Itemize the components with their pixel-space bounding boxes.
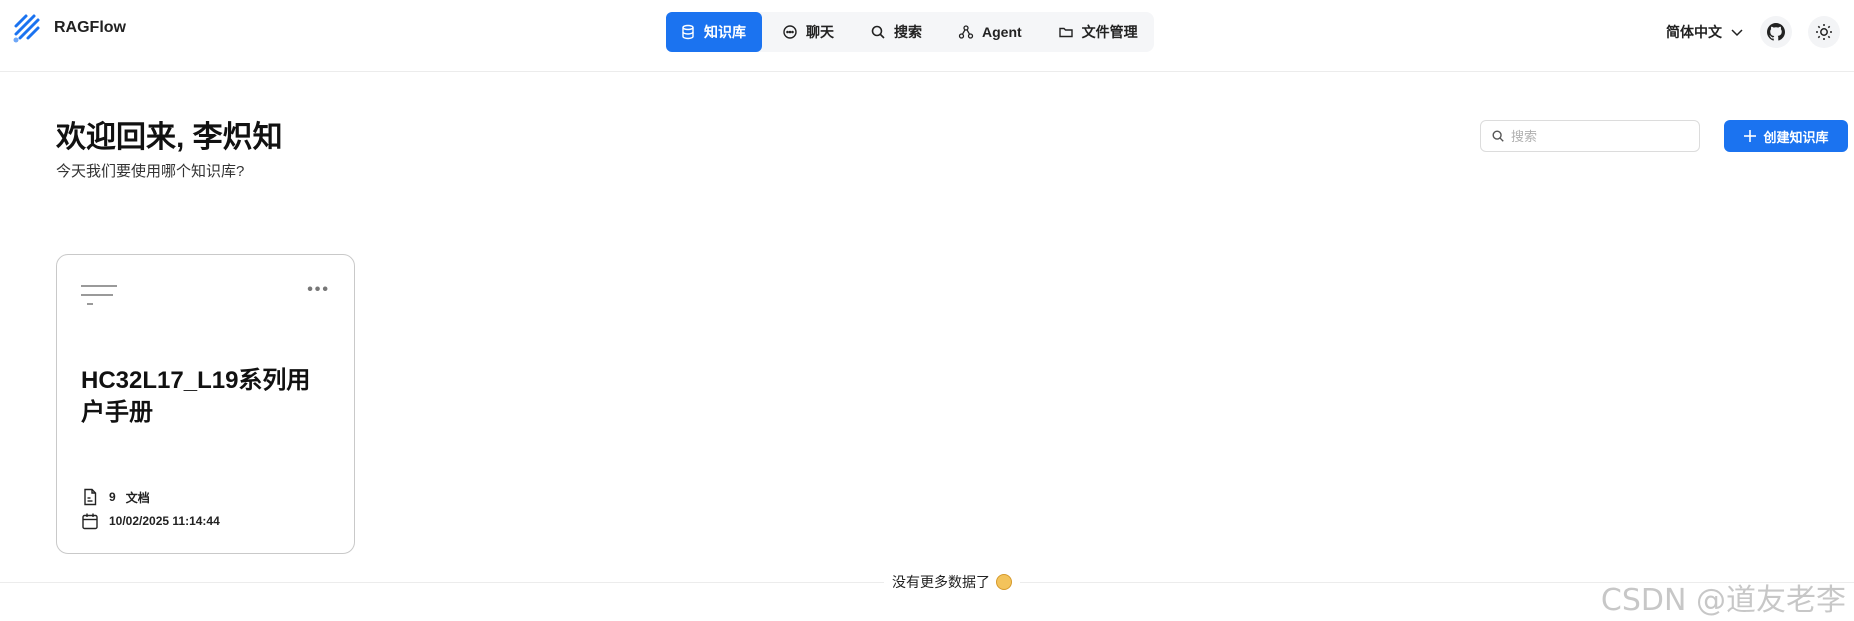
- search-icon: [871, 25, 885, 39]
- header-actions: 简体中文: [1666, 16, 1840, 48]
- watermark: CSDN @道友老李: [1600, 583, 1846, 618]
- welcome-subtitle: 今天我们要使用哪个知识库?: [56, 163, 245, 180]
- language-label: 简体中文: [1666, 24, 1722, 40]
- doc-count-row: 9 文档: [81, 485, 220, 509]
- more-options-icon[interactable]: •••: [307, 281, 330, 299]
- nav-label-file-management: 文件管理: [1081, 24, 1138, 40]
- card-title: HC32L17_L19系列用户手册: [81, 367, 311, 426]
- ragflow-logo-icon: [13, 14, 40, 43]
- search-icon: [1492, 130, 1504, 142]
- brand-name: RAGFlow: [54, 19, 126, 36]
- no-more-data-label: 没有更多数据了: [892, 574, 990, 590]
- nav-label-chat: 聊天: [806, 24, 834, 40]
- chat-icon: [783, 25, 797, 39]
- no-more-data: 没有更多数据了: [884, 572, 1020, 592]
- nav-item-agent[interactable]: Agent: [942, 12, 1038, 52]
- sun-icon: [1816, 24, 1832, 40]
- theme-toggle-button[interactable]: [1808, 16, 1840, 48]
- search-input[interactable]: [1511, 128, 1681, 144]
- knowledge-base-card[interactable]: ••• HC32L17_L19系列用户手册 9 文档 10/02/2025 11…: [56, 254, 355, 554]
- brand[interactable]: RAGFlow: [12, 12, 126, 44]
- folder-icon: [1058, 27, 1073, 38]
- nav-label-agent: Agent: [982, 24, 1022, 40]
- top-header: RAGFlow 知识库 聊天 搜索 Agent 文件管理 简体中文: [0, 0, 1854, 72]
- nav-item-chat[interactable]: 聊天: [766, 12, 850, 52]
- nav-label-knowledge-base: 知识库: [704, 24, 746, 40]
- plus-icon: [1744, 130, 1757, 142]
- chevron-down-icon: [1731, 29, 1743, 37]
- card-thumbnail: [81, 285, 121, 313]
- main-nav: 知识库 聊天 搜索 Agent 文件管理: [666, 12, 1154, 52]
- nav-item-knowledge-base[interactable]: 知识库: [666, 12, 762, 52]
- welcome-title: 欢迎回来, 李炽知: [56, 121, 283, 154]
- app-root: RAGFlow 知识库 聊天 搜索 Agent 文件管理 简体中文 欢迎回来, …: [0, 0, 1854, 621]
- database-icon: [682, 24, 694, 40]
- knowledge-base-search[interactable]: [1480, 120, 1700, 152]
- language-selector[interactable]: 简体中文: [1666, 22, 1744, 42]
- nav-item-file-management[interactable]: 文件管理: [1042, 12, 1154, 52]
- updated-row: 10/02/2025 11:14:44: [81, 509, 220, 533]
- github-button[interactable]: [1760, 16, 1792, 48]
- doc-label: 文档: [125, 490, 150, 505]
- doc-count: 9: [109, 490, 116, 504]
- emoji-icon: [996, 574, 1012, 590]
- updated-timestamp: 10/02/2025 11:14:44: [109, 514, 220, 528]
- create-button-label: 创建知识库: [1763, 129, 1829, 145]
- agent-icon: [958, 25, 974, 39]
- nav-item-search[interactable]: 搜索: [854, 12, 938, 52]
- calendar-icon: [82, 513, 98, 530]
- github-icon: [1767, 23, 1785, 41]
- welcome-section: 欢迎回来, 李炽知 今天我们要使用哪个知识库?: [56, 120, 283, 181]
- create-knowledge-base-button[interactable]: 创建知识库: [1724, 120, 1848, 152]
- nav-label-search: 搜索: [894, 24, 922, 40]
- document-icon: [84, 488, 97, 506]
- card-meta: 9 文档 10/02/2025 11:14:44: [81, 485, 220, 533]
